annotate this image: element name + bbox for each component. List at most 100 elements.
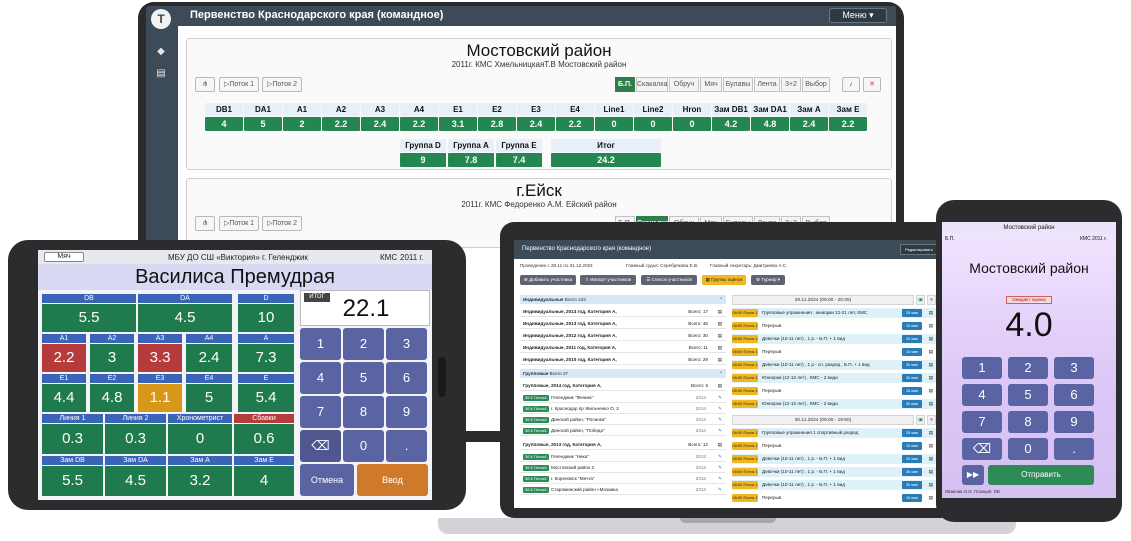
score-cell-sbavki[interactable]: Сбавки 0.6: [234, 414, 294, 454]
menu-button[interactable]: Меню ▾: [829, 8, 887, 23]
score-value[interactable]: 2: [283, 117, 321, 131]
team-row[interactable]: 36 К Поток1 г. Кореновск "Мечта" 2013 ✎: [520, 474, 726, 484]
score-value[interactable]: 0: [673, 117, 711, 131]
apparatus-tab[interactable]: Б.П.: [615, 77, 635, 92]
tournament-button[interactable]: ⚙ Турнир ▾: [751, 275, 785, 285]
apparatus-tab[interactable]: Мяч: [700, 77, 722, 92]
apparatus-selector[interactable]: Мяч: [44, 252, 84, 262]
score-cell-zdb[interactable]: Зам DB 5.5: [42, 456, 103, 496]
stream-2-button[interactable]: ▷Поток 2: [262, 216, 302, 231]
score-cell-a[interactable]: A 7.3: [238, 334, 294, 372]
score-value[interactable]: 5: [244, 117, 282, 131]
edit-button[interactable]: Редактировать: [900, 244, 938, 255]
category-row[interactable]: Групповые, 2013 год, Категория А, Всего: …: [520, 440, 726, 450]
backspace-icon[interactable]: ⌫: [962, 438, 1002, 460]
key-5[interactable]: 5: [343, 362, 384, 394]
key-0[interactable]: 0: [343, 430, 384, 462]
schedule-row[interactable]: 08:00 Поток 1 Перерыв 15 мин ▤: [732, 386, 936, 396]
score-cell-e3[interactable]: E3 1.1: [138, 374, 182, 412]
menu-icon[interactable]: ≡: [927, 295, 936, 305]
score-groups-button[interactable]: ▦ Группы оценок: [702, 275, 746, 285]
team-row[interactable]: 36 К Поток1 Мостовский район 2 2013 ✎: [520, 463, 726, 473]
bell-icon[interactable]: ♪: [842, 77, 860, 92]
key-dot[interactable]: .: [386, 430, 427, 462]
schedule-day-header[interactable]: 29.11.2024 (09:00 - 20:35): [732, 295, 914, 305]
hierarchy-icon[interactable]: ⋔: [195, 77, 215, 92]
score-value[interactable]: 3.1: [439, 117, 477, 131]
hierarchy-icon[interactable]: ⋔: [195, 216, 215, 231]
schedule-row[interactable]: 08:00 Поток 1 Перерыв 15 мин ▤: [732, 441, 936, 451]
section-group[interactable]: Групповые Всего 37 ⌃: [520, 369, 726, 378]
key-9[interactable]: 9: [386, 396, 427, 428]
cancel-button[interactable]: Отмена: [300, 464, 354, 496]
score-cell-e[interactable]: E 5.4: [238, 374, 294, 412]
score-value[interactable]: 2.4: [361, 117, 399, 131]
score-cell-a1[interactable]: A1 2.2: [42, 334, 86, 372]
key-2[interactable]: 2: [343, 328, 384, 360]
team-row[interactable]: 36 К Поток1 Геленджик "Феникс" 2014 ✎: [520, 393, 726, 403]
key-2[interactable]: 2: [1008, 357, 1048, 379]
stream-1-button[interactable]: ▷Поток 1: [219, 216, 259, 231]
apparatus-tab[interactable]: Булавы: [723, 77, 753, 92]
schedule-row[interactable]: 08:00 Поток 1 Девочки (10-11 лет) , 1 р. …: [732, 480, 936, 490]
schedule-row[interactable]: 08:00 Поток 1 Юниорки (12-13 лет) , КМС -…: [732, 373, 936, 383]
category-row[interactable]: Индивидуальные, 2014 год, Категория А, Вс…: [520, 307, 726, 317]
section-individual[interactable]: Индивидуальные Всего 133 ⌃: [520, 295, 726, 304]
schedule-row[interactable]: 08:00 Поток 1 Групповые упражнения , юнио…: [732, 308, 936, 318]
team-row[interactable]: 36 К Поток1 г. Краснодар пр Жильченко О, …: [520, 404, 726, 414]
score-value[interactable]: 2.2: [322, 117, 360, 131]
score-value[interactable]: 0: [595, 117, 633, 131]
participants-list-button[interactable]: ☰ Список участников: [641, 275, 697, 285]
add-participant-button[interactable]: ⊕ Добавить участника: [520, 275, 576, 285]
score-cell-db[interactable]: DB 5.5: [42, 294, 136, 332]
score-cell-ze[interactable]: Зам E4: [234, 456, 294, 496]
key-7[interactable]: 7: [300, 396, 341, 428]
stream-1-button[interactable]: ▷Поток 1: [219, 77, 259, 92]
key-dot[interactable]: .: [1054, 438, 1094, 460]
apparatus-tab[interactable]: 3+2: [781, 77, 801, 92]
import-participants-button[interactable]: ⇪ Импорт участников: [580, 275, 636, 285]
score-value[interactable]: 2.4: [517, 117, 555, 131]
score-value[interactable]: 2.2: [400, 117, 438, 131]
team-row[interactable]: 36 К Поток1 Динской район, "Победа" 2014 ✎: [520, 426, 726, 436]
cube-icon[interactable]: ◆: [155, 46, 167, 58]
score-cell-hron[interactable]: Хронометрист 0: [168, 414, 232, 454]
category-row[interactable]: Индивидуальные, 2012 год, Категория А, Вс…: [520, 331, 726, 341]
apparatus-tab[interactable]: Обруч: [669, 77, 699, 92]
key-0[interactable]: 0: [1008, 438, 1048, 460]
schedule-day-header[interactable]: 30.11.2024 (09:00 - 19:50): [732, 415, 914, 425]
menu-icon[interactable]: ≡: [927, 415, 936, 425]
key-8[interactable]: 8: [343, 396, 384, 428]
schedule-row[interactable]: 08:00 Поток 1 Девочки (10-11 лет) , 1 р. …: [732, 467, 936, 477]
schedule-row[interactable]: 08:00 Поток 1 Юниорки (12-13 лет) , КМС -…: [732, 399, 936, 409]
score-value[interactable]: 2.2: [556, 117, 594, 131]
score-cell-da[interactable]: DA 4.5: [138, 294, 232, 332]
schedule-row[interactable]: 08:00 Поток 1 Групповые упражнения 1 спор…: [732, 428, 936, 438]
category-row[interactable]: Индивидуальные, 2013 год, Категория А, Вс…: [520, 319, 726, 329]
schedule-row[interactable]: 08:00 Поток 1 Девочки (10-11 лет) , 1 р. …: [732, 454, 936, 464]
key-8[interactable]: 8: [1008, 411, 1048, 433]
skip-button[interactable]: ▶▶: [962, 465, 984, 485]
team-row[interactable]: 36 К Поток1 Староминский район «Мозаика 20…: [520, 485, 726, 495]
team-row[interactable]: 36 К Поток1 Геленджик "Ника" 2013 ✎: [520, 452, 726, 462]
score-value[interactable]: 4.2: [712, 117, 750, 131]
key-6[interactable]: 6: [386, 362, 427, 394]
score-cell-e4[interactable]: E4 5: [186, 374, 232, 412]
category-row[interactable]: Индивидуальные, 2010 год, Категория А, Вс…: [520, 355, 726, 365]
category-row[interactable]: Групповые, 2014 год, Категория А, Всего: …: [520, 381, 726, 391]
apparatus-tab[interactable]: Выбор: [802, 77, 830, 92]
category-row[interactable]: Индивидуальные, 2011 год, Категория А, Вс…: [520, 343, 726, 353]
key-1[interactable]: 1: [300, 328, 341, 360]
key-3[interactable]: 3: [386, 328, 427, 360]
clipboard-icon[interactable]: ▤: [155, 68, 167, 80]
key-3[interactable]: 3: [1054, 357, 1094, 379]
schedule-row[interactable]: 08:00 Поток 1 Перерыв 15 мин ▤: [732, 347, 936, 357]
score-cell-a2[interactable]: A2 3: [90, 334, 134, 372]
key-7[interactable]: 7: [962, 411, 1002, 433]
score-value[interactable]: 0: [634, 117, 672, 131]
close-icon[interactable]: ✕: [863, 77, 881, 92]
score-cell-zda[interactable]: Зам DA 4.5: [105, 456, 166, 496]
apparatus-tab[interactable]: Скакалка: [636, 77, 668, 92]
score-cell-e2[interactable]: E2 4.8: [90, 374, 134, 412]
team-row[interactable]: 36 К Поток1 Динской район, "Росинка" 2014 ✎: [520, 415, 726, 425]
